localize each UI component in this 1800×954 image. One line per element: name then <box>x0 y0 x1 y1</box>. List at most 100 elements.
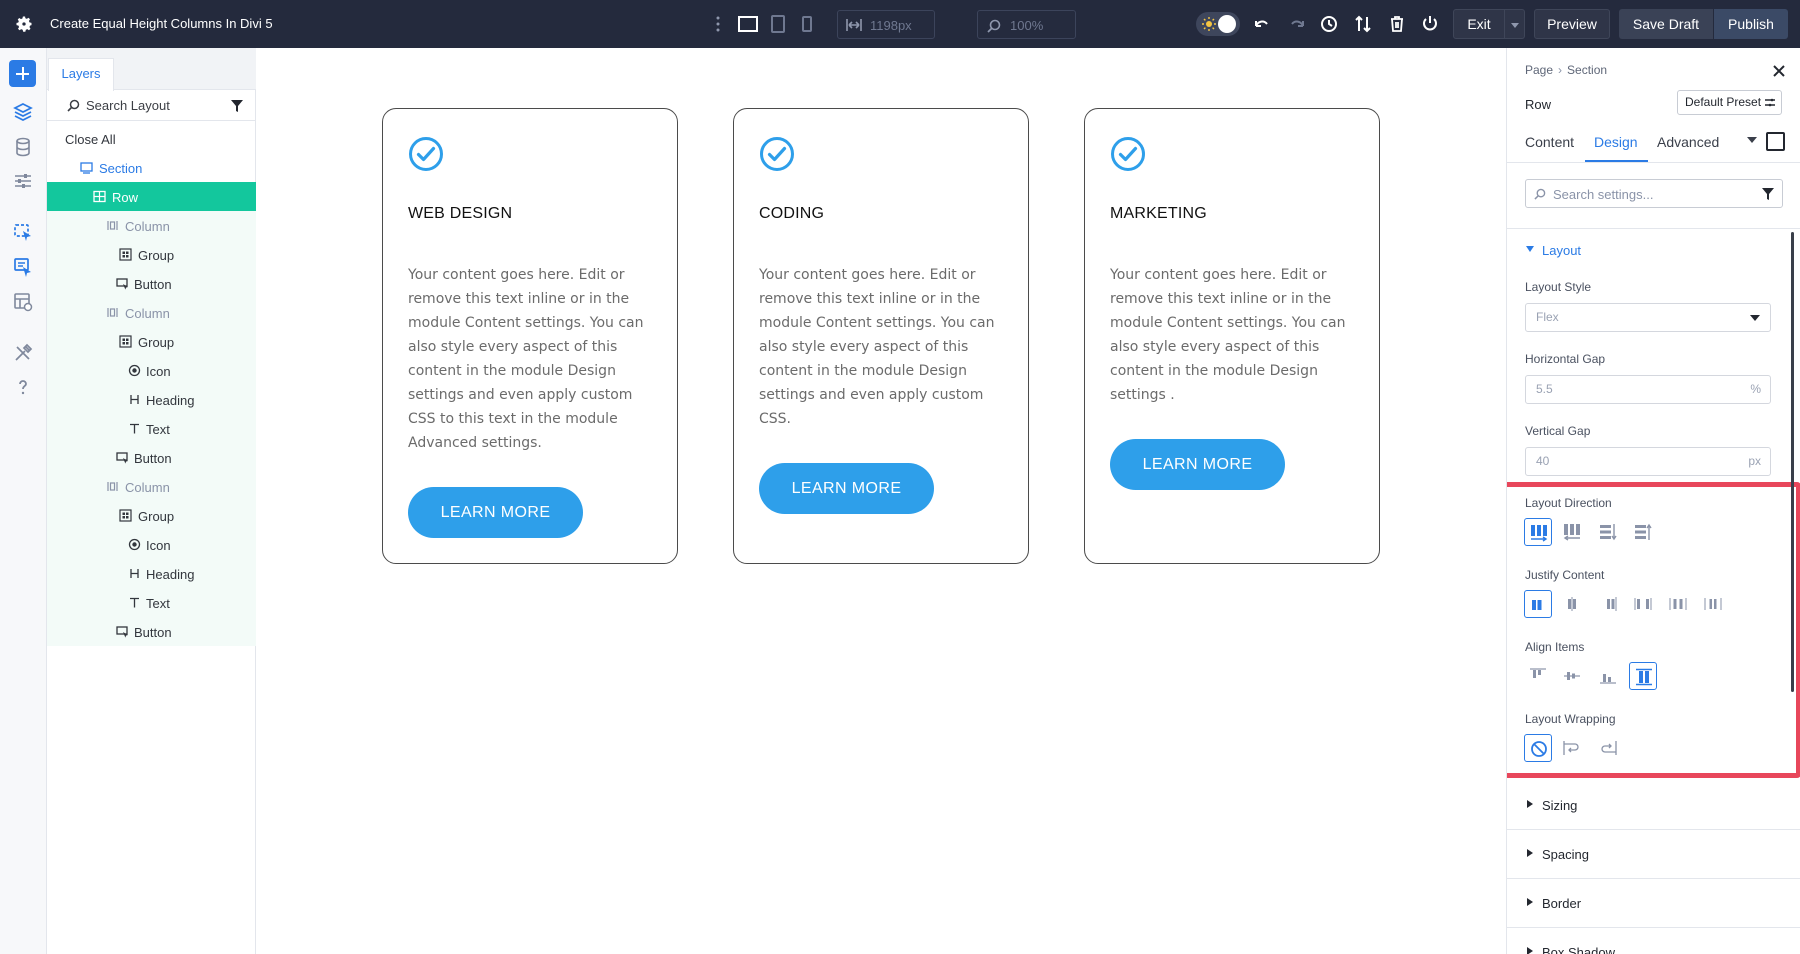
undo-icon[interactable] <box>1252 13 1274 35</box>
sliders-icon[interactable] <box>12 170 34 192</box>
layer-group[interactable]: Group <box>47 240 256 269</box>
card-heading[interactable]: MARKETING <box>1110 205 1207 223</box>
column-icon <box>107 482 118 491</box>
group-divider <box>1507 228 1800 229</box>
tab-advanced[interactable]: Advanced <box>1657 134 1719 150</box>
box-shadow-group-toggle[interactable]: Box Shadow <box>1542 945 1615 954</box>
expand-panel-icon[interactable] <box>1766 132 1785 151</box>
redo-icon[interactable] <box>1285 13 1307 35</box>
border-group-toggle[interactable]: Border <box>1542 896 1581 911</box>
power-icon[interactable] <box>1419 13 1441 35</box>
service-card[interactable]: WEB DESIGN Your content goes here. Edit … <box>382 108 678 564</box>
zoom-field[interactable]: 100% <box>977 10 1076 39</box>
horizontal-gap-input[interactable]: 5.5 % <box>1525 375 1771 404</box>
help-icon[interactable] <box>12 376 34 398</box>
layer-column[interactable]: Column <box>47 472 256 501</box>
history-icon[interactable] <box>1318 13 1340 35</box>
card-text[interactable]: Your content goes here. Edit or remove t… <box>1110 263 1356 407</box>
settings-scrollbar[interactable] <box>1791 232 1794 692</box>
layer-button[interactable]: Button <box>47 269 256 298</box>
click-element-icon[interactable] <box>12 222 34 244</box>
card-text[interactable]: Your content goes here. Edit or remove t… <box>408 263 654 455</box>
service-card[interactable]: MARKETING Your content goes here. Edit o… <box>1084 108 1380 564</box>
group-divider <box>1507 927 1800 928</box>
preset-select[interactable]: Default Preset <box>1677 90 1782 115</box>
layer-column[interactable]: Column <box>47 211 256 240</box>
sort-arrows-icon[interactable] <box>1352 13 1374 35</box>
layer-row[interactable]: Row <box>47 182 256 211</box>
settings-search-input[interactable]: Search settings... <box>1525 179 1783 208</box>
multi-select-icon[interactable] <box>12 256 34 278</box>
layer-text[interactable]: Text <box>47 414 256 443</box>
gear-icon[interactable] <box>14 14 34 34</box>
layer-text[interactable]: Text <box>47 588 256 617</box>
card-heading[interactable]: CODING <box>759 205 824 223</box>
caret-right-icon[interactable] <box>1527 947 1533 954</box>
caret-down-icon[interactable] <box>1526 246 1534 252</box>
layers-search[interactable]: Search Layout <box>47 90 256 121</box>
learn-more-button[interactable]: LEARN MORE <box>408 487 583 538</box>
tablet-view-icon[interactable] <box>767 14 789 34</box>
layer-icon[interactable]: Icon <box>47 530 256 559</box>
spacing-group-toggle[interactable]: Spacing <box>1542 847 1589 862</box>
learn-more-button[interactable]: LEARN MORE <box>1110 439 1285 490</box>
check-circle-icon[interactable] <box>1110 136 1146 172</box>
trash-icon[interactable] <box>1386 13 1408 35</box>
close-icon[interactable] <box>1771 63 1787 79</box>
circle-icon <box>128 538 141 551</box>
tools-icon[interactable] <box>12 342 34 364</box>
layer-heading[interactable]: Heading <box>47 559 256 588</box>
card-heading[interactable]: WEB DESIGN <box>408 205 512 223</box>
layer-column[interactable]: Column <box>47 298 256 327</box>
database-icon[interactable] <box>12 136 34 158</box>
group-icon <box>119 335 132 348</box>
save-draft-button[interactable]: Save Draft <box>1619 9 1713 39</box>
layer-button[interactable]: Button <box>47 617 256 646</box>
tab-content[interactable]: Content <box>1525 134 1574 150</box>
layer-group[interactable]: Group <box>47 327 256 356</box>
dark-mode-toggle[interactable] <box>1196 12 1240 36</box>
vertical-gap-value: 40 <box>1536 454 1550 468</box>
zoom-value: 100% <box>1010 18 1044 33</box>
caret-right-icon[interactable] <box>1527 898 1533 906</box>
layout-style-select[interactable]: Flex <box>1525 303 1771 332</box>
add-module-button[interactable] <box>9 60 36 87</box>
caret-right-icon[interactable] <box>1527 849 1533 857</box>
learn-more-button[interactable]: LEARN MORE <box>759 463 934 514</box>
layer-heading[interactable]: Heading <box>47 385 256 414</box>
phone-view-icon[interactable] <box>796 14 818 34</box>
vertical-gap-input[interactable]: 40 px <box>1525 447 1771 476</box>
sizing-group-toggle[interactable]: Sizing <box>1542 798 1577 813</box>
exit-button[interactable]: Exit <box>1453 9 1505 39</box>
canvas-width-field[interactable]: 1198px <box>837 10 935 39</box>
desktop-view-icon[interactable] <box>737 14 759 34</box>
exit-options-button[interactable] <box>1505 9 1525 39</box>
layout-group-toggle[interactable]: Layout <box>1542 243 1581 258</box>
service-card[interactable]: CODING Your content goes here. Edit or r… <box>733 108 1029 564</box>
layer-section[interactable]: Section <box>47 153 256 182</box>
breadcrumb-section[interactable]: Section <box>1567 63 1607 77</box>
layer-group[interactable]: Group <box>47 501 256 530</box>
tab-layers[interactable]: Layers <box>48 58 114 91</box>
card-text[interactable]: Your content goes here. Edit or remove t… <box>759 263 1005 431</box>
filter-icon[interactable] <box>1762 188 1774 200</box>
tab-design[interactable]: Design <box>1594 134 1638 150</box>
vertical-gap-label: Vertical Gap <box>1525 424 1591 438</box>
layers-icon[interactable] <box>12 101 34 123</box>
column-icon <box>107 221 118 230</box>
preview-button[interactable]: Preview <box>1534 9 1610 39</box>
breadcrumb-page[interactable]: Page <box>1525 63 1553 77</box>
layer-button[interactable]: Button <box>47 443 256 472</box>
publish-button[interactable]: Publish <box>1714 9 1788 39</box>
check-circle-icon[interactable] <box>759 136 795 172</box>
chevron-down-icon[interactable] <box>1747 137 1757 143</box>
horizontal-gap-unit[interactable]: % <box>1750 376 1761 403</box>
close-all-button[interactable]: Close All <box>47 124 256 153</box>
check-circle-icon[interactable] <box>408 136 444 172</box>
template-settings-icon[interactable] <box>12 291 34 313</box>
caret-right-icon[interactable] <box>1527 800 1533 808</box>
vertical-gap-unit[interactable]: px <box>1748 448 1761 475</box>
layer-icon[interactable]: Icon <box>47 356 256 385</box>
more-options-icon[interactable] <box>713 14 723 34</box>
filter-icon[interactable] <box>231 100 243 112</box>
